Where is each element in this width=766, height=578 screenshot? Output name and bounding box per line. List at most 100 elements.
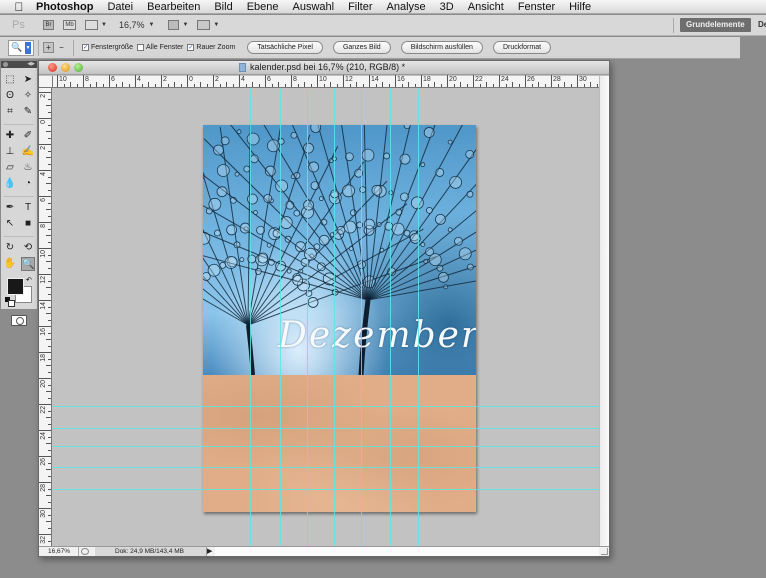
horizontal-scrollbar[interactable] — [215, 547, 599, 556]
horizontal-guide[interactable] — [53, 446, 600, 447]
workspace-grundelemente-button[interactable]: Grundelemente — [680, 18, 751, 32]
brush-icon[interactable]: ✐ — [21, 129, 35, 143]
artboard[interactable]: Dezember — [203, 125, 476, 512]
ruler-minor-tick — [48, 241, 51, 243]
zoom-icon[interactable]: 🔍 — [21, 257, 35, 271]
menu-datei[interactable]: Datei — [107, 1, 133, 13]
vertical-guide[interactable] — [280, 89, 281, 548]
lasso-icon[interactable]: ʘ — [3, 89, 17, 103]
vertical-guide[interactable] — [250, 89, 251, 548]
menu-photoshop[interactable]: Photoshop — [36, 1, 93, 13]
zoom-in-icon[interactable]: + — [43, 42, 54, 53]
close-window-button[interactable] — [48, 63, 57, 72]
color-swatches: ↶ — [1, 276, 37, 312]
fit-screen-button[interactable]: Ganzes Bild — [332, 41, 391, 54]
clone-stamp-icon[interactable]: ⊥ — [3, 145, 17, 159]
magic-wand-icon[interactable]: ✧ — [21, 89, 35, 103]
water-drop — [342, 184, 355, 198]
paint-bucket-icon[interactable]: ♨ — [21, 161, 35, 175]
healing-brush-icon[interactable]: ✚ — [3, 129, 17, 143]
apple-icon[interactable]:  — [12, 0, 26, 14]
ruler-minor-tick — [46, 417, 51, 418]
crop-icon[interactable]: ⌗ — [3, 105, 17, 119]
menu-auswahl[interactable]: Auswahl — [293, 1, 335, 13]
checkbox-checked[interactable]: ✓ — [187, 44, 195, 51]
actual-pixels-button[interactable]: Tatsächliche Pixel — [247, 41, 323, 54]
horizontal-guide[interactable] — [53, 406, 600, 407]
launch-bridge-button[interactable]: Br — [43, 19, 54, 32]
collapse-icon[interactable]: ◀▶ — [27, 61, 35, 67]
vertical-guide[interactable] — [361, 89, 362, 548]
vertical-scrollbar[interactable] — [599, 76, 609, 548]
default-colors-icon[interactable] — [5, 297, 15, 307]
print-size-button[interactable]: Druckformat — [492, 41, 552, 54]
eyedropper-icon[interactable]: ✎ — [21, 105, 35, 119]
ruler-minor-tick — [102, 84, 104, 87]
scrubby-zoom-checkbox[interactable]: ✓ Rauer Zoom — [187, 44, 235, 51]
resize-grip-icon[interactable] — [601, 548, 608, 555]
canvas-area[interactable]: Dezember — [53, 89, 600, 548]
ruler-origin[interactable] — [39, 76, 53, 88]
zoom-out-icon[interactable]: − — [56, 42, 67, 53]
screen-mode-dropdown[interactable]: ▼ — [197, 19, 219, 32]
pen-icon[interactable]: ✒ — [3, 201, 17, 215]
ruler-minor-tick — [48, 462, 51, 464]
horizontal-ruler[interactable]: 10 8 6 4 2 0 2 4 6 8 10 12 14 16 18 20 22 24 26 28 30 — [53, 75, 601, 88]
all-windows-checkbox[interactable]: Alle Fenster — [137, 44, 183, 51]
status-zoom-field[interactable]: 16,67% — [39, 547, 79, 556]
menu-hilfe[interactable]: Hilfe — [569, 1, 591, 13]
path-selection-icon[interactable]: ↖ — [3, 217, 17, 231]
close-icon[interactable] — [3, 62, 8, 67]
dodge-icon[interactable]: ◔ — [21, 177, 35, 191]
type-icon[interactable]: T — [21, 201, 35, 215]
zoom-level-dropdown[interactable]: 16,7% ▼ — [119, 20, 154, 30]
tool-group-divider — [4, 120, 34, 125]
quick-mask-icon[interactable] — [11, 315, 27, 326]
history-brush-icon[interactable]: ✍ — [21, 145, 35, 159]
hand-icon[interactable]: ✋ — [3, 257, 17, 271]
ruler-minor-tick — [427, 84, 429, 87]
vertical-guide[interactable] — [390, 89, 391, 548]
move-icon[interactable]: ➤ — [21, 73, 35, 87]
tool-preset-picker[interactable]: 🔍 ▼ — [8, 39, 34, 56]
eraser-icon[interactable]: ▱ — [3, 161, 17, 175]
checkbox-unchecked[interactable] — [137, 44, 145, 51]
water-drop — [257, 252, 269, 264]
resize-windows-checkbox[interactable]: ✓ Fenstergröße — [82, 44, 133, 51]
menu-fenster[interactable]: Fenster — [518, 1, 555, 13]
print-preview-icon[interactable] — [81, 548, 89, 555]
arrange-documents-dropdown[interactable]: ▼ — [168, 19, 188, 32]
foreground-color-swatch[interactable] — [7, 278, 24, 295]
swap-colors-icon[interactable]: ↶ — [26, 276, 32, 284]
document-title-bar[interactable]: kalender.psd bei 16,7% (210, RGB/8) * — [39, 61, 609, 75]
menu-analyse[interactable]: Analyse — [387, 1, 426, 13]
horizontal-guide[interactable] — [53, 467, 600, 468]
checkbox-checked[interactable]: ✓ — [82, 44, 89, 51]
vertical-guide[interactable] — [334, 89, 335, 548]
tools-panel-header[interactable]: ◀▶ — [1, 61, 37, 68]
horizontal-guide[interactable] — [53, 489, 600, 490]
workspace-next-button[interactable]: De — [758, 18, 766, 32]
vertical-guide[interactable] — [418, 89, 419, 548]
status-menu-arrow-icon[interactable]: ▶ — [207, 548, 212, 555]
launch-minibridge-button[interactable]: Mb — [63, 19, 76, 32]
menu-3d[interactable]: 3D — [440, 1, 454, 13]
blur-icon[interactable]: 💧 — [3, 177, 17, 191]
menu-bild[interactable]: Bild — [214, 1, 232, 13]
view-extras-dropdown[interactable]: ▼ — [85, 19, 107, 32]
menu-bearbeiten[interactable]: Bearbeiten — [147, 1, 200, 13]
3d-orbit-icon[interactable]: ⟲ — [21, 241, 35, 255]
rectangle-shape-icon[interactable]: ■ — [21, 217, 35, 231]
vertical-guide[interactable] — [307, 89, 308, 548]
rectangular-marquee-icon[interactable]: ⬚ — [3, 73, 17, 87]
zoom-window-button[interactable] — [74, 63, 83, 72]
3d-rotate-icon[interactable]: ↻ — [3, 241, 17, 255]
tool-row: ⌗ ✎ — [1, 104, 37, 120]
vertical-ruler[interactable]: 2 0 2 4 6 8 10 12 14 16 18 20 22 24 26 28 30 32 — [39, 88, 52, 555]
horizontal-guide[interactable] — [53, 428, 600, 429]
menu-filter[interactable]: Filter — [348, 1, 372, 13]
menu-ebene[interactable]: Ebene — [247, 1, 279, 13]
minimize-window-button[interactable] — [61, 63, 70, 72]
menu-ansicht[interactable]: Ansicht — [468, 1, 504, 13]
fill-screen-button[interactable]: Bildschirm ausfüllen — [400, 41, 483, 54]
